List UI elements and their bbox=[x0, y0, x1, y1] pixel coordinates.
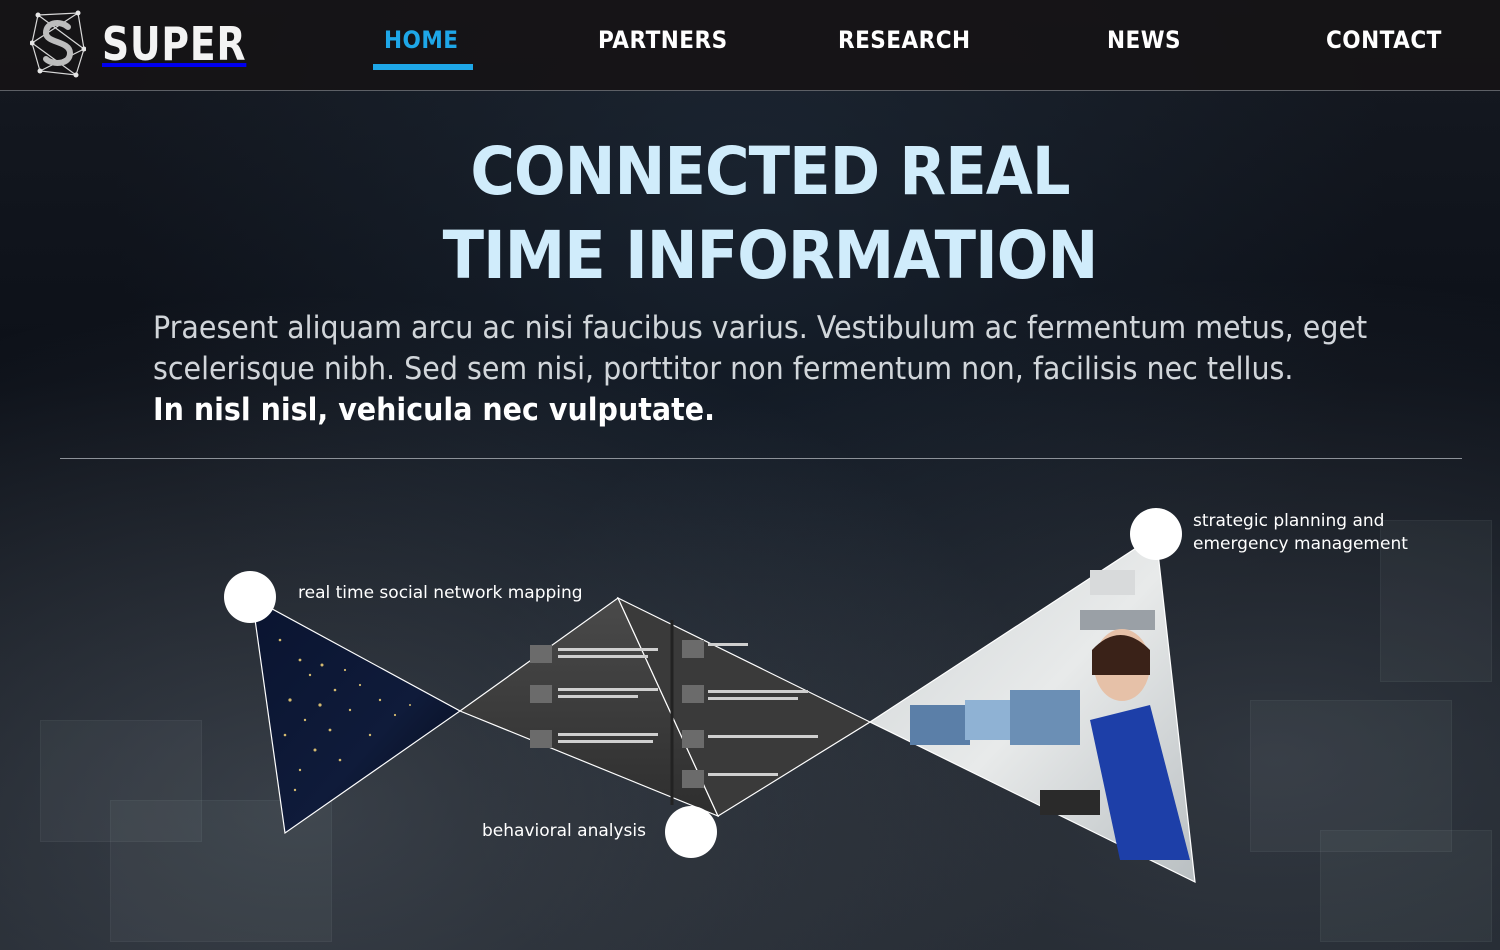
nav-partners[interactable]: PARTNERS bbox=[598, 26, 728, 60]
hero-description: Praesent aliquam arcu ac nisi faucibus v… bbox=[153, 308, 1383, 431]
social-feed-screenshot-image bbox=[458, 596, 872, 818]
hero-text-line2: scelerisque nibh. Sed sem nisi, porttito… bbox=[153, 351, 1294, 387]
night-earth-lights-image bbox=[251, 596, 462, 835]
feature-label-social: real time social network mapping bbox=[298, 583, 583, 603]
feature-label-strategic-line2: emergency management bbox=[1193, 534, 1408, 554]
hero-text-bold: In nisl nisl, vehicula nec vulputate. bbox=[153, 392, 715, 428]
feature-node-behavioral[interactable] bbox=[665, 806, 717, 858]
nav-contact[interactable]: CONTACT bbox=[1326, 26, 1442, 60]
hero-text-line1: Praesent aliquam arcu ac nisi faucibus v… bbox=[153, 310, 1368, 346]
hero-title-line1: CONNECTED REAL bbox=[470, 133, 1070, 210]
nav-research[interactable]: RESEARCH bbox=[838, 26, 971, 60]
feature-node-social[interactable] bbox=[224, 571, 276, 623]
hero-title-line2: TIME INFORMATION bbox=[442, 217, 1099, 294]
feature-graphic: real time social network mapping behavio… bbox=[0, 460, 1500, 950]
feature-label-behavioral: behavioral analysis bbox=[482, 821, 646, 841]
nav-news[interactable]: NEWS bbox=[1107, 26, 1181, 60]
feature-label-strategic-line1: strategic planning and bbox=[1193, 511, 1385, 531]
hero-title: CONNECTED REAL TIME INFORMATION bbox=[0, 130, 1500, 298]
navbar: SUPER HOME PARTNERS RESEARCH NEWS CONTAC… bbox=[0, 0, 1500, 91]
logo-link[interactable]: SUPER bbox=[30, 8, 278, 80]
nav-home[interactable]: HOME bbox=[384, 26, 458, 60]
active-nav-underline bbox=[373, 64, 473, 70]
s-network-logo-icon bbox=[30, 10, 86, 78]
feature-label-strategic: strategic planning and emergency managem… bbox=[1193, 510, 1408, 556]
page: SUPER HOME PARTNERS RESEARCH NEWS CONTAC… bbox=[0, 0, 1500, 950]
hero-divider bbox=[60, 458, 1462, 459]
feature-node-strategic[interactable] bbox=[1130, 508, 1182, 560]
control-room-operator-image bbox=[868, 533, 1196, 884]
brand-name: SUPER bbox=[102, 17, 247, 71]
